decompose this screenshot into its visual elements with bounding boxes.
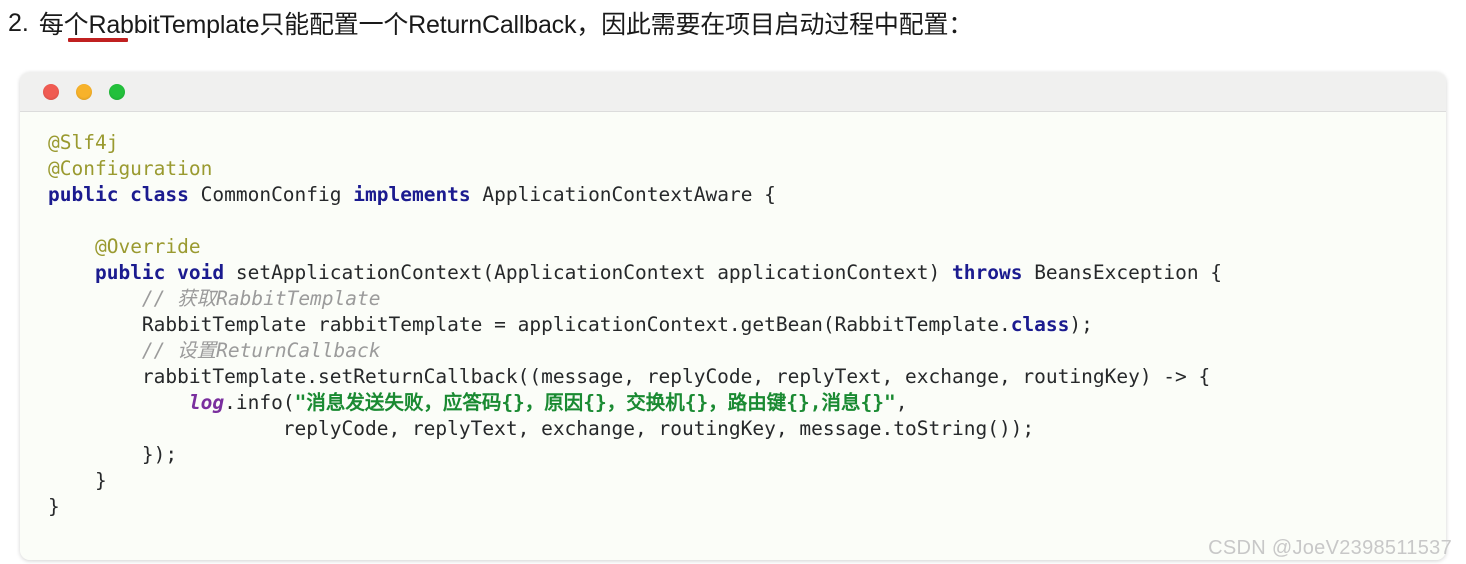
code-line: public class CommonConfig implements App… <box>48 182 1446 208</box>
close-icon[interactable] <box>43 83 59 100</box>
code-token-plain: ); <box>1069 313 1093 336</box>
code-token-plain: rabbitTemplate.setReturnCallback((messag… <box>48 365 1211 388</box>
csdn-watermark: CSDN @JoeV2398511537 <box>1208 537 1452 559</box>
code-line: }); <box>48 442 1446 468</box>
code-token-plain: } <box>48 495 60 518</box>
heading-list-number: 2. <box>8 8 29 37</box>
code-token-plain: , <box>895 391 908 414</box>
minimize-icon[interactable] <box>76 83 92 100</box>
code-line: @Override <box>48 234 1446 260</box>
heading-red-underline <box>68 38 128 42</box>
code-window: @Slf4j @Configuration public class CommonC… <box>20 72 1446 560</box>
maximize-icon[interactable] <box>109 83 125 100</box>
code-token-annotation: @Slf4j <box>48 131 119 154</box>
code-token-keyword: public void <box>94 261 225 284</box>
code-token-plain: BeansException { <box>1022 261 1223 284</box>
heading-text: 每个RabbitTemplate只能配置一个ReturnCallback，因此需… <box>38 11 974 39</box>
code-line: rabbitTemplate.setReturnCallback((messag… <box>48 364 1446 390</box>
code-line: } <box>48 494 1446 520</box>
code-token-field: log <box>188 391 225 414</box>
code-line: replyCode, replyText, exchange, routingK… <box>48 416 1446 442</box>
code-line: public void setApplicationContext(Applic… <box>48 260 1446 286</box>
code-token-plain: ApplicationContextAware { <box>470 183 776 206</box>
code-line: @Configuration <box>48 156 1446 182</box>
code-token-comment: // 设置ReturnCallback <box>141 339 381 362</box>
code-line: log.info("消息发送失败，应答码{}，原因{}，交换机{}，路由键{},… <box>48 390 1446 416</box>
code-token-keyword: implements <box>353 183 471 206</box>
code-token-keyword: throws <box>952 261 1023 284</box>
code-token-string: "消息发送失败，应答码{}，原因{}，交换机{}，路由键{},消息{}" <box>294 391 896 414</box>
code-token-keyword: public class <box>48 183 189 206</box>
code-token-plain: .info( <box>224 391 295 414</box>
code-token-plain: setApplicationContext(ApplicationContext… <box>224 261 952 284</box>
code-token-plain: }); <box>48 443 178 466</box>
code-token-comment: // 获取RabbitTemplate <box>141 287 381 310</box>
code-content[interactable]: @Slf4j @Configuration public class CommonC… <box>20 112 1446 560</box>
code-token-keyword: class <box>1010 313 1070 336</box>
code-line: RabbitTemplate rabbitTemplate = applicat… <box>48 312 1446 338</box>
code-line: @Slf4j <box>48 130 1446 156</box>
code-token-plain: CommonConfig <box>188 183 354 206</box>
code-token-plain: replyCode, replyText, exchange, routingK… <box>48 417 1035 440</box>
code-token-plain: RabbitTemplate rabbitTemplate = applicat… <box>48 313 1011 336</box>
code-token-plain: } <box>48 469 107 492</box>
code-window-titlebar <box>20 72 1446 112</box>
code-line: } <box>48 468 1446 494</box>
code-token-annotation: @Override <box>94 235 201 258</box>
code-line: // 获取RabbitTemplate <box>48 286 1446 312</box>
code-line: // 设置ReturnCallback <box>48 338 1446 364</box>
page-heading: 2. 每个RabbitTemplate只能配置一个ReturnCallback，… <box>8 2 1458 44</box>
code-token-annotation: @Configuration <box>48 157 213 180</box>
